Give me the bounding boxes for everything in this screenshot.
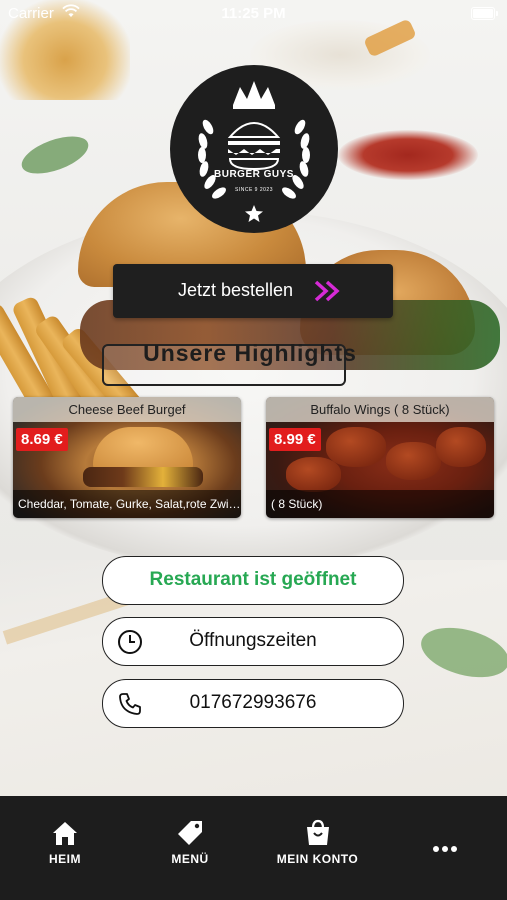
- opening-hours-label: Öffnungszeiten: [189, 630, 317, 651]
- tab-menu[interactable]: MENÜ: [155, 818, 225, 878]
- highlights-heading: Unsere Highlights: [100, 340, 400, 386]
- double-chevron-right-icon: [314, 280, 340, 302]
- tab-my-account[interactable]: MEIN KONTO: [265, 818, 370, 878]
- tab-menu-label: MENÜ: [171, 852, 209, 866]
- tag-icon: [178, 821, 202, 845]
- order-now-button[interactable]: Jetzt bestellen: [113, 264, 393, 318]
- tab-my-account-label: MEIN KONTO: [276, 852, 359, 866]
- more-icon: [433, 846, 457, 852]
- price-badge: 8.69 €: [16, 428, 68, 451]
- open-status-label: Restaurant ist geöffnet: [149, 569, 357, 590]
- bottom-tab-bar: HEIM MENÜ MEIN KONTO: [0, 796, 507, 900]
- highlight-card-buffalo-wings[interactable]: Buffalo Wings ( 8 Stück) 8.99 € ( 8 Stüc…: [266, 397, 494, 518]
- status-time: 11:25 PM: [221, 5, 286, 22]
- card-title: Buffalo Wings ( 8 Stück): [266, 397, 494, 422]
- home-icon: [53, 822, 77, 845]
- price-badge: 8.99 €: [269, 428, 321, 451]
- tab-more[interactable]: [420, 834, 470, 894]
- shopping-bag-icon: [306, 819, 329, 845]
- battery-icon: [471, 7, 498, 20]
- highlights-title: Unsere Highlights: [143, 340, 357, 366]
- tab-home[interactable]: HEIM: [30, 818, 100, 878]
- highlight-card-cheese-burger[interactable]: Cheese Beef Burgef 8.69 € Cheddar, Tomat…: [13, 397, 241, 518]
- status-bar: Carrier 11:25 PM: [0, 0, 507, 28]
- card-title: Cheese Beef Burgef: [13, 397, 241, 422]
- opening-hours-button[interactable]: Öffnungszeiten: [102, 617, 404, 666]
- logo-brand-text: BURGER GUYS: [214, 169, 294, 180]
- phone-call-button[interactable]: 017672993676: [102, 679, 404, 728]
- restaurant-logo: BURGER GUYS SINCE 9 2023: [170, 65, 338, 233]
- phone-number: 017672993676: [189, 692, 317, 713]
- tab-home-label: HEIM: [49, 852, 81, 866]
- logo-since-text: SINCE 9 2023: [235, 187, 273, 193]
- card-description: ( 8 Stück): [266, 490, 494, 518]
- card-description: Cheddar, Tomate, Gurke, Salat,rote Zwie.…: [13, 490, 241, 518]
- logo-emblem-icon: [198, 81, 310, 222]
- restaurant-open-status-button[interactable]: Restaurant ist geöffnet: [102, 556, 404, 605]
